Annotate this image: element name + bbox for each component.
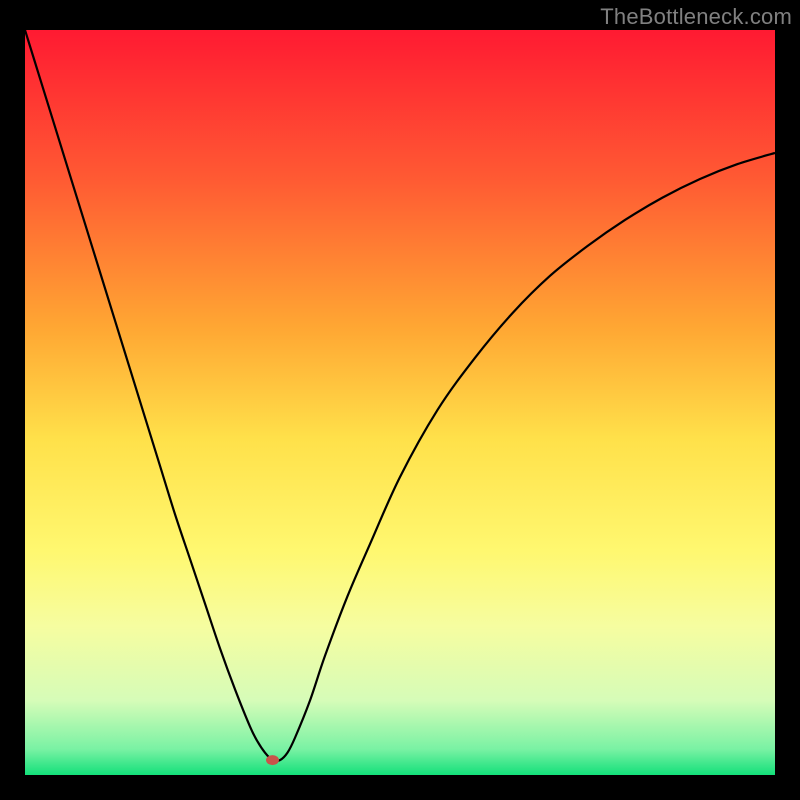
chart-svg	[25, 30, 775, 775]
gradient-background	[25, 30, 775, 775]
chart-frame: TheBottleneck.com	[0, 0, 800, 800]
min-marker	[266, 755, 279, 765]
plot-area	[25, 30, 775, 775]
watermark-text: TheBottleneck.com	[600, 4, 792, 30]
